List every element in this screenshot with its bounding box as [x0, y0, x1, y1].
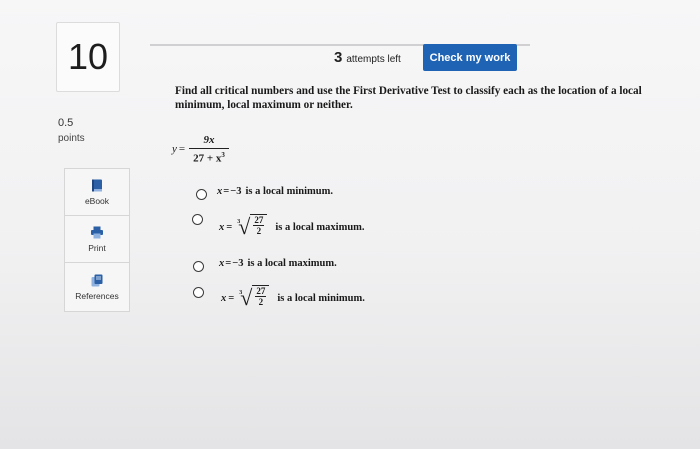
- function-expression: y = 9x 27 + x3: [172, 134, 229, 165]
- option-3-var: x: [219, 258, 225, 269]
- option-2-root-num: 27: [253, 215, 265, 226]
- option-4-eq: =: [228, 292, 235, 304]
- check-my-work-button[interactable]: Check my work: [423, 44, 517, 71]
- option-2-radio[interactable]: [192, 214, 203, 225]
- question-prompt: Find all critical numbers and use the Fi…: [175, 85, 642, 111]
- book-icon: [92, 179, 102, 191]
- ebook-button[interactable]: eBook: [65, 169, 129, 216]
- option-3-radio[interactable]: [193, 261, 204, 272]
- function-denominator: 27 + x3: [189, 148, 229, 165]
- option-3-value: −3: [232, 258, 244, 269]
- option-4-text: x = 3 √ 27 2 is a local minimum.: [221, 285, 365, 309]
- option-3-label: is a local maximum.: [247, 258, 337, 269]
- option-1-radio[interactable]: [196, 189, 207, 200]
- references-label: References: [75, 290, 119, 301]
- points-value: 0.5: [58, 117, 74, 129]
- print-button[interactable]: Print: [65, 216, 129, 263]
- option-1-eq: =: [223, 186, 230, 197]
- points-label: points: [58, 133, 85, 144]
- function-equals: =: [178, 143, 186, 156]
- option-2-eq: =: [226, 221, 233, 233]
- option-4-var: x: [221, 292, 227, 304]
- attempts-indicator: 3 attempts left: [334, 49, 401, 66]
- attempts-label: attempts left: [346, 54, 401, 65]
- option-3-eq: =: [225, 258, 232, 269]
- option-2-root-den: 2: [256, 226, 262, 236]
- option-4-radical: 3 √ 27 2: [238, 285, 270, 309]
- option-2-var: x: [219, 221, 225, 233]
- option-4-radio[interactable]: [193, 287, 204, 298]
- option-4-label: is a local minimum.: [277, 292, 365, 304]
- option-2-radical: 3 √ 27 2: [236, 214, 268, 238]
- option-4-root-index: 3: [239, 290, 243, 296]
- attempts-count: 3: [334, 49, 343, 66]
- page: 10 0.5 points eBook Print References 3 a…: [0, 0, 700, 449]
- option-1-text: x = −3 is a local minimum.: [217, 186, 333, 197]
- resources-panel: eBook Print References: [64, 168, 130, 312]
- function-numerator: 9x: [203, 134, 215, 146]
- denominator-exponent: 3: [221, 151, 225, 159]
- option-2-label: is a local maximum.: [275, 221, 365, 233]
- function-lhs: y: [172, 143, 177, 156]
- option-2-root-index: 3: [237, 219, 241, 225]
- printer-icon: [91, 226, 103, 238]
- option-2-text: x = 3 √ 27 2 is a local maximum.: [219, 214, 365, 238]
- option-3-text: x = −3 is a local maximum.: [219, 258, 337, 269]
- function-fraction: 9x 27 + x3: [189, 134, 229, 165]
- option-1-value: −3: [230, 186, 242, 197]
- option-1-var: x: [217, 186, 223, 197]
- option-4-root-den: 2: [258, 297, 264, 307]
- references-icon: [91, 274, 103, 286]
- references-button[interactable]: References: [65, 263, 129, 311]
- ebook-label: eBook: [84, 195, 110, 206]
- denominator-base: 27 + x: [193, 152, 222, 165]
- option-4-root-num: 27: [255, 286, 267, 297]
- print-label: Print: [88, 242, 106, 253]
- question-number: 10: [56, 22, 120, 92]
- option-1-label: is a local minimum.: [245, 186, 333, 197]
